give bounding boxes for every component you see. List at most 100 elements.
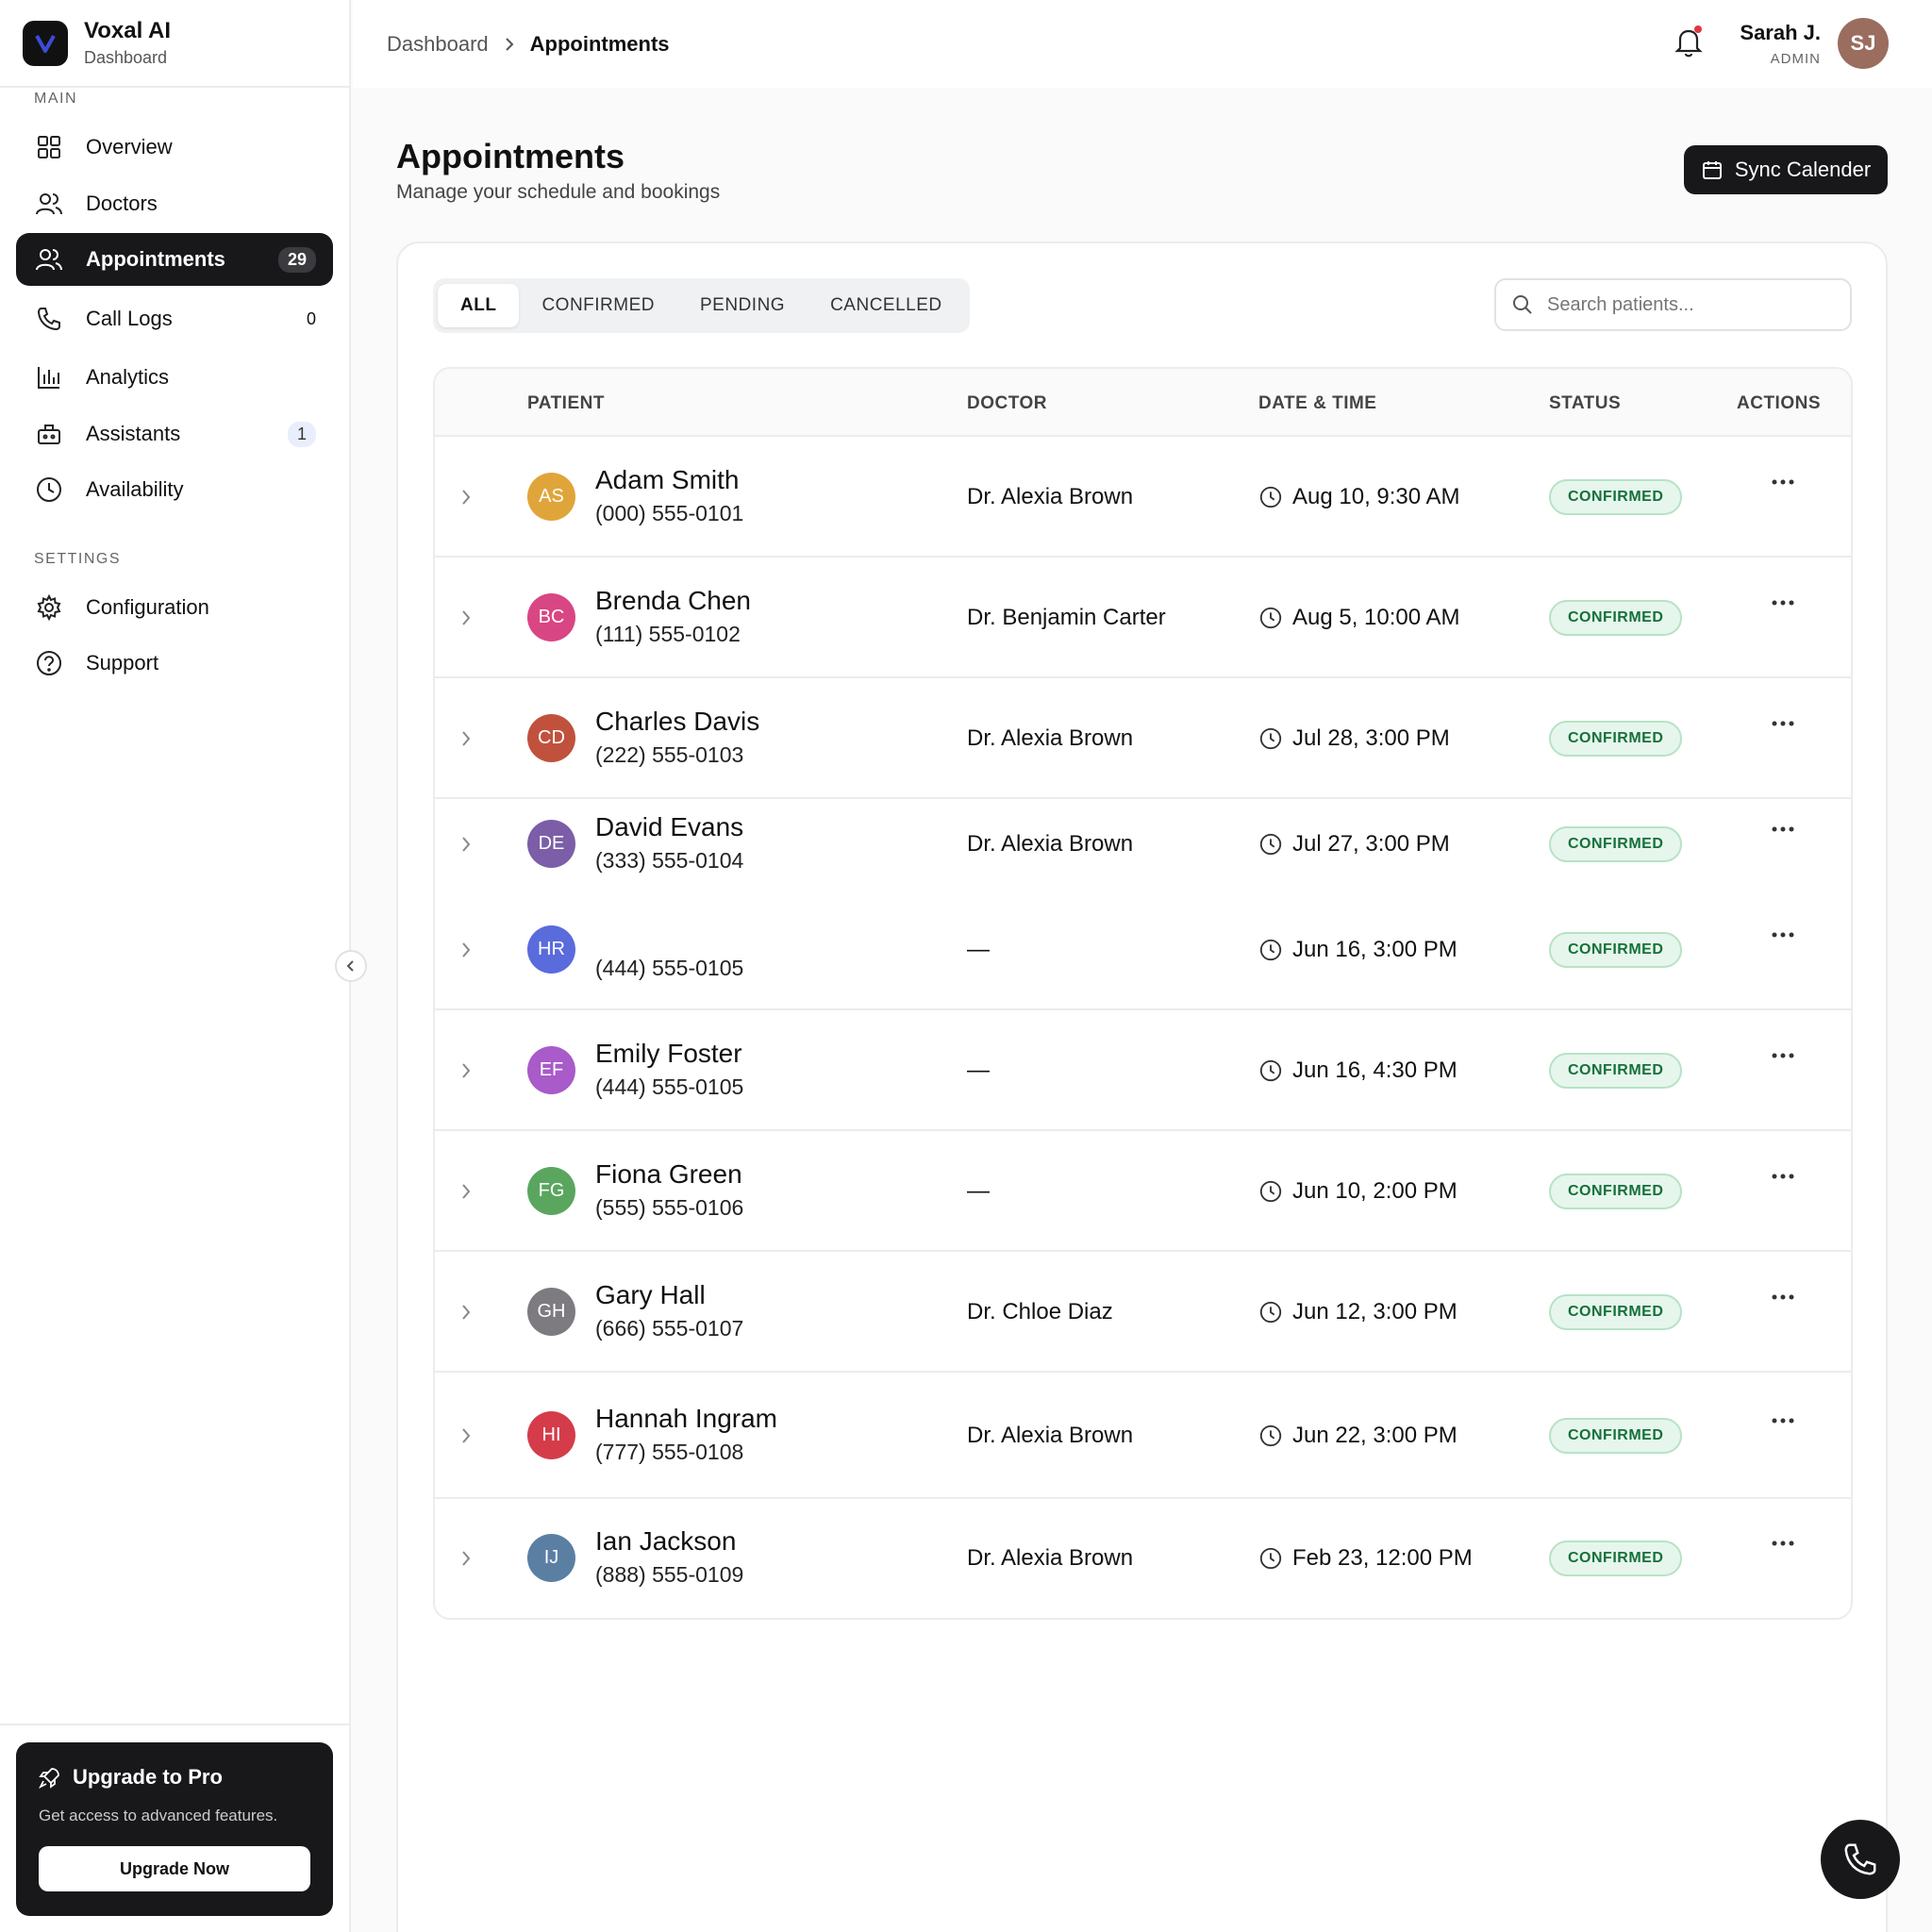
avatar[interactable]: SJ bbox=[1838, 18, 1889, 69]
bar-chart-icon bbox=[35, 363, 63, 391]
user-info[interactable]: Sarah J. ADMIN bbox=[1740, 21, 1821, 67]
more-actions-button[interactable] bbox=[1771, 1417, 1795, 1424]
more-actions-button[interactable] bbox=[1771, 599, 1795, 607]
brand[interactable]: Voxal AI Dashboard bbox=[0, 0, 349, 88]
column-header-doctor[interactable]: DOCTOR bbox=[967, 393, 1047, 414]
table-row[interactable]: IJ Ian Jackson (888) 555-0109 Dr. Alexia Br… bbox=[435, 1499, 1851, 1618]
doctor-name: — bbox=[967, 1178, 990, 1204]
sidebar-item-doctors[interactable]: Doctors bbox=[16, 177, 333, 230]
collapse-sidebar-button[interactable] bbox=[335, 950, 367, 982]
chevron-right-icon[interactable] bbox=[459, 1426, 473, 1450]
more-actions-button[interactable] bbox=[1771, 1540, 1795, 1547]
table-row[interactable]: CD Charles Davis (222) 555-0103 Dr. Alexia … bbox=[435, 678, 1851, 799]
sidebar-item-appointments[interactable]: Appointments 29 bbox=[16, 233, 333, 286]
clock-icon bbox=[1258, 485, 1292, 509]
more-actions-button[interactable] bbox=[1771, 1293, 1795, 1301]
tab-confirmed[interactable]: CONFIRMED bbox=[519, 284, 677, 327]
upgrade-card: Upgrade to Pro Get access to advanced fe… bbox=[16, 1742, 333, 1916]
appointment-datetime: Jul 27, 3:00 PM bbox=[1292, 831, 1450, 857]
sidebar-item-availability[interactable]: Availability bbox=[16, 463, 333, 516]
upgrade-now-button[interactable]: Upgrade Now bbox=[39, 1846, 310, 1891]
more-actions-button[interactable] bbox=[1771, 825, 1795, 833]
topbar: Dashboard Appointments Sarah J. ADMIN SJ bbox=[353, 0, 1932, 88]
tab-all[interactable]: ALL bbox=[438, 284, 520, 327]
table-row[interactable]: AS Adam Smith (000) 555-0101 Dr. Alexia Bro… bbox=[435, 437, 1851, 558]
chevron-right-icon[interactable] bbox=[459, 941, 473, 964]
search-box[interactable] bbox=[1494, 278, 1852, 331]
clock-icon bbox=[1258, 1424, 1292, 1448]
patient-name: Gary Hall bbox=[595, 1280, 706, 1309]
chevron-right-icon[interactable] bbox=[459, 1182, 473, 1206]
users-icon bbox=[35, 245, 63, 274]
sidebar-item-assistants[interactable]: Assistants 1 bbox=[16, 408, 333, 460]
ellipsis-icon bbox=[1771, 1173, 1795, 1180]
more-actions-button[interactable] bbox=[1771, 1052, 1795, 1059]
search-input[interactable] bbox=[1547, 293, 1830, 316]
table-row[interactable]: HR (444) 555-0105 — Jun 16, 3:00 PM CONFIRME… bbox=[435, 890, 1851, 1010]
chevron-right-icon[interactable] bbox=[459, 488, 473, 511]
patient-name: Hannah Ingram bbox=[595, 1404, 778, 1433]
chevron-right-icon[interactable] bbox=[459, 1061, 473, 1085]
table-row[interactable]: FG Fiona Green (555) 555-0106 — Jun 10, 2:00… bbox=[435, 1131, 1851, 1252]
table-row[interactable]: GH Gary Hall (666) 555-0107 Dr. Chloe Diaz J… bbox=[435, 1252, 1851, 1373]
sidebar-item-label: Assistants bbox=[86, 422, 181, 445]
appointment-datetime: Jun 16, 3:00 PM bbox=[1292, 937, 1457, 962]
doctor-name: Dr. Alexia Brown bbox=[967, 484, 1134, 509]
column-header-status[interactable]: STATUS bbox=[1549, 393, 1621, 414]
sync-calendar-button[interactable]: Sync Calender bbox=[1684, 145, 1888, 194]
user-name: Sarah J. bbox=[1740, 21, 1821, 44]
doctor-name: Dr. Alexia Brown bbox=[967, 725, 1134, 751]
tab-cancelled[interactable]: CANCELLED bbox=[808, 284, 965, 327]
sidebar-item-support[interactable]: Support bbox=[16, 637, 333, 690]
chevron-right-icon[interactable] bbox=[459, 835, 473, 858]
doctor-name: — bbox=[967, 1058, 990, 1083]
appointments-table: PATIENT DOCTOR DATE & TIME STATUS ACTION… bbox=[433, 367, 1853, 1620]
clock-icon bbox=[1258, 606, 1292, 630]
sidebar-item-configuration[interactable]: Configuration bbox=[16, 581, 333, 634]
patient-name: Charles Davis bbox=[595, 707, 760, 736]
bot-icon bbox=[35, 420, 63, 448]
patient-name: Fiona Green bbox=[595, 1159, 742, 1189]
assistants-count-badge: 1 bbox=[287, 421, 316, 447]
chevron-right-icon[interactable] bbox=[459, 1549, 473, 1573]
ellipsis-icon bbox=[1771, 825, 1795, 833]
ellipsis-icon bbox=[1771, 478, 1795, 486]
call-fab-button[interactable] bbox=[1821, 1820, 1900, 1899]
sidebar-item-overview[interactable]: Overview bbox=[16, 121, 333, 174]
avatar: FG bbox=[527, 1167, 575, 1215]
page-subtitle: Manage your schedule and bookings bbox=[396, 181, 721, 203]
calendar-icon bbox=[1701, 158, 1724, 181]
appointment-datetime: Aug 10, 9:30 AM bbox=[1292, 484, 1460, 509]
column-header-patient[interactable]: PATIENT bbox=[527, 393, 605, 414]
table-row[interactable]: EF Emily Foster (444) 555-0105 — Jun 16, 4:3… bbox=[435, 1010, 1851, 1131]
chevron-right-icon[interactable] bbox=[459, 1303, 473, 1326]
more-actions-button[interactable] bbox=[1771, 478, 1795, 486]
chevron-left-icon bbox=[345, 959, 357, 973]
table-row[interactable]: HI Hannah Ingram (777) 555-0108 Dr. Alexia … bbox=[435, 1373, 1851, 1499]
ellipsis-icon bbox=[1771, 1417, 1795, 1424]
more-actions-button[interactable] bbox=[1771, 720, 1795, 727]
tab-pending[interactable]: PENDING bbox=[677, 284, 808, 327]
clock-icon bbox=[1258, 726, 1292, 751]
sidebar-item-analytics[interactable]: Analytics bbox=[16, 351, 333, 404]
clock-icon bbox=[1258, 1300, 1292, 1324]
column-header-date-time[interactable]: DATE & TIME bbox=[1258, 393, 1376, 414]
table-header: PATIENT DOCTOR DATE & TIME STATUS ACTION… bbox=[435, 369, 1851, 437]
sidebar-item-label: Overview bbox=[86, 135, 173, 158]
doctor-name: Dr. Alexia Brown bbox=[967, 1545, 1134, 1571]
more-actions-button[interactable] bbox=[1771, 931, 1795, 939]
notifications-button[interactable] bbox=[1672, 25, 1706, 58]
chevron-right-icon[interactable] bbox=[459, 729, 473, 753]
patient-name: Ian Jackson bbox=[595, 1526, 737, 1556]
avatar: GH bbox=[527, 1288, 575, 1336]
table-row[interactable]: DE David Evans (333) 555-0104 Dr. Alexia Br… bbox=[435, 799, 1851, 890]
sidebar-item-call-logs[interactable]: Call Logs 0 bbox=[16, 292, 333, 345]
chevron-right-icon bbox=[504, 37, 515, 52]
breadcrumb-dashboard[interactable]: Dashboard bbox=[387, 32, 489, 57]
more-actions-button[interactable] bbox=[1771, 1173, 1795, 1180]
sidebar-item-label: Availability bbox=[86, 477, 184, 501]
clock-icon bbox=[1258, 1546, 1292, 1571]
clock-icon bbox=[1258, 938, 1292, 962]
chevron-right-icon[interactable] bbox=[459, 608, 473, 632]
table-row[interactable]: BC Brenda Chen (111) 555-0102 Dr. Benjamin … bbox=[435, 558, 1851, 678]
